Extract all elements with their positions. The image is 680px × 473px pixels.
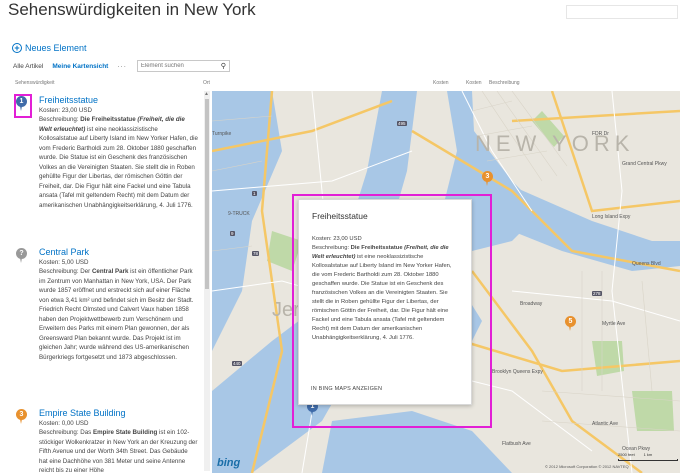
route-shield: 440 <box>232 361 242 366</box>
plus-icon: + <box>12 43 22 53</box>
map-label-myrtle: Myrtle Ave <box>602 321 626 327</box>
map-label-flatbush: Flatbush Ave <box>502 441 531 447</box>
scrollbar-thumb[interactable] <box>205 99 209 289</box>
route-shield: 278 <box>592 291 602 296</box>
map-label-fdr: FDR Dr <box>592 131 609 137</box>
list-item[interactable]: 1 Freiheitsstatue Kosten: 23,00 USD Besc… <box>12 94 198 246</box>
list-scrollbar[interactable]: ▲ <box>204 91 210 471</box>
route-shield: 78 <box>252 251 260 256</box>
map-label-turnpike: Turnpike <box>212 131 232 137</box>
item-cost: Kosten: 5,00 USD <box>39 259 89 266</box>
column-header-cost-2[interactable]: Kosten <box>466 80 482 86</box>
column-header-cost[interactable]: Kosten <box>433 80 449 86</box>
magnifier-icon[interactable]: ⚲ <box>221 62 226 70</box>
item-title[interactable]: Empire State Building <box>39 407 198 419</box>
bing-logo: bing <box>217 457 241 469</box>
view-my-map[interactable]: Meine Kartensicht <box>52 63 108 70</box>
map-copyright: © 2012 Microsoft Corporation © 2012 NAVT… <box>545 464 629 469</box>
site-search-box[interactable] <box>566 5 678 19</box>
map-label-truck: 9-TRUCK <box>228 211 250 217</box>
column-header-attraction[interactable]: Sehenswürdigkeit <box>15 80 54 86</box>
item-title[interactable]: Central Park <box>39 246 198 258</box>
map-label-queens-blvd: Queens Blvd <box>632 261 661 267</box>
map-label-new-york: NEW YORK <box>475 131 635 156</box>
selection-highlight <box>14 94 32 118</box>
map-pin-orange[interactable]: 5 <box>565 316 576 331</box>
column-header-location[interactable]: Ort <box>203 80 210 86</box>
map-label-queens-expy: Brooklyn Queens Expy <box>492 369 543 375</box>
popup-description: Beschreibung: Die Freiheitsstatue (Freih… <box>312 245 452 341</box>
new-item-button[interactable]: + Neues Element <box>12 43 87 53</box>
item-cost: Kosten: 0,00 USD <box>39 420 89 427</box>
map-label-grand-central: Grand Central Pkwy <box>622 161 667 167</box>
map-scale-label: 2500 feet 1 km <box>618 452 653 457</box>
map-pin-icon: 3 <box>16 409 27 424</box>
view-in-bing-maps-link[interactable]: IN BING MAPS ANZEIGEN <box>311 386 382 392</box>
scroll-up-icon[interactable]: ▲ <box>204 91 209 97</box>
item-title[interactable]: Freiheitsstatue <box>39 94 198 106</box>
item-cost: Kosten: 23,00 USD <box>39 107 92 114</box>
popup-cost: Kosten: 23,00 USD <box>312 236 362 242</box>
route-shield: 1 <box>252 191 257 196</box>
item-description: Beschreibung: Die Freiheitsstatue (Freih… <box>39 116 198 209</box>
view-bar: Alle Artikel Meine Kartensicht ··· ⚲ <box>13 60 230 72</box>
more-views-button[interactable]: ··· <box>117 63 127 70</box>
item-description: Beschreibung: Das Empire State Building … <box>39 429 198 473</box>
search-input[interactable] <box>137 61 218 71</box>
map-label-long-island: Long Island Expy <box>592 214 631 220</box>
new-item-label: Neues Element <box>25 43 87 53</box>
map-pin-empire-state[interactable]: 3 <box>482 171 493 186</box>
item-list: 1 Freiheitsstatue Kosten: 23,00 USD Besc… <box>12 94 198 473</box>
search-box: ⚲ <box>136 60 230 72</box>
view-all-items[interactable]: Alle Artikel <box>13 63 43 70</box>
page-title: Sehenswürdigkeiten in New York <box>8 0 256 19</box>
map-label-broadway: Broadway <box>520 301 543 307</box>
item-description: Beschreibung: Der Central Park ist ein ö… <box>39 268 194 361</box>
route-shield: 495 <box>397 121 407 126</box>
list-item[interactable]: 3 Empire State Building Kosten: 0,00 USD… <box>12 407 198 473</box>
map-scale-bar <box>618 459 678 461</box>
column-header-description[interactable]: Beschreibung <box>489 80 520 86</box>
route-shield: 9 <box>230 231 235 236</box>
popup-title: Freiheitsstatue <box>312 211 368 221</box>
map-pin-icon: ? <box>16 248 27 263</box>
info-popup: Freiheitsstatue Kosten: 23,00 USD Beschr… <box>298 199 472 405</box>
list-item[interactable]: ? Central Park Kosten: 5,00 USD Beschrei… <box>12 246 198 407</box>
map-label-atlantic: Atlantic Ave <box>592 421 619 427</box>
